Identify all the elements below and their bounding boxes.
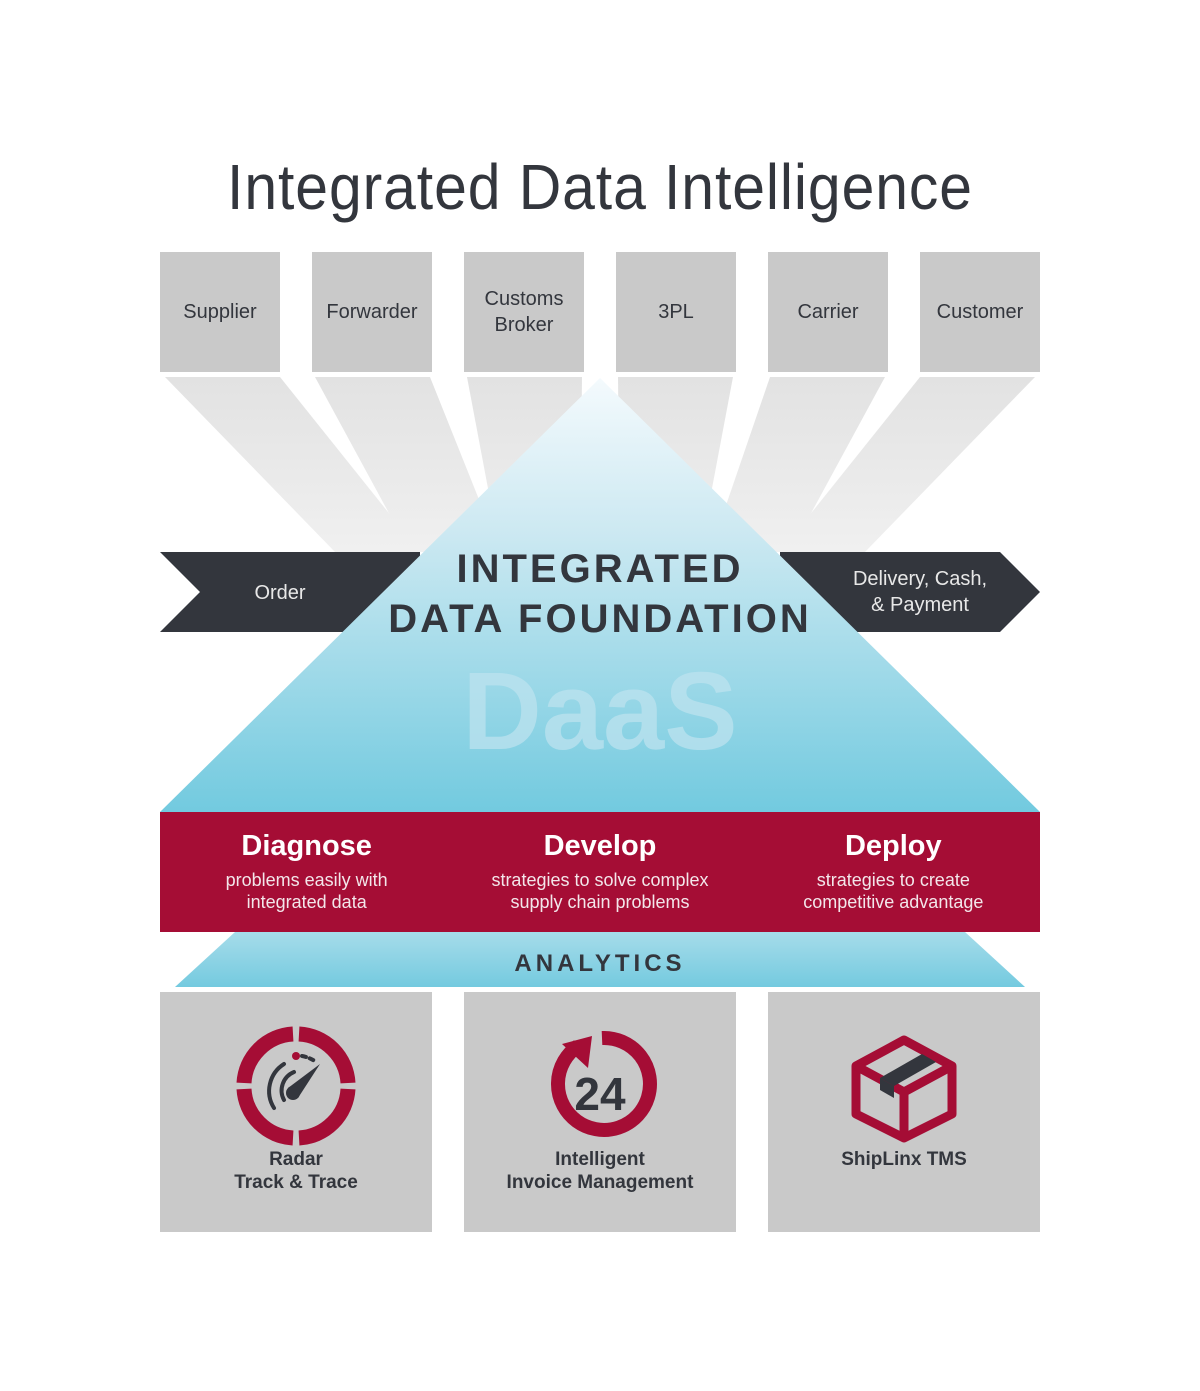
capabilities-band: Diagnose problems easily with integrated…	[160, 812, 1040, 932]
foundation-line-1: INTEGRATED	[456, 547, 744, 591]
package-box-icon	[851, 1035, 957, 1143]
page-title: Integrated Data Intelligence	[227, 151, 973, 223]
capability-develop: Develop strategies to solve complex supp…	[453, 812, 746, 932]
product-label: ShipLinx TMS	[841, 1149, 967, 1170]
24-hour-cycle-icon: 24	[550, 1030, 657, 1137]
capability-description: strategies to create competitive advanta…	[803, 870, 984, 912]
capability-heading: Deploy	[844, 830, 942, 862]
daas-watermark: DaaS	[462, 650, 738, 773]
capability-heading: Develop	[543, 830, 657, 862]
capability-description: strategies to solve complex supply chain…	[491, 870, 709, 912]
product-label: Radar Track & Trace	[234, 1149, 358, 1193]
party-customs-broker: Customs Broker	[464, 252, 584, 372]
capability-description: problems easily with integrated data	[225, 870, 388, 912]
party-3pl: 3PL	[616, 252, 736, 372]
party-carrier: Carrier	[768, 252, 888, 372]
product-shiplinx: ShipLinx TMS	[768, 992, 1040, 1232]
product-radar: Radar Track & Trace	[160, 992, 432, 1232]
capability-deploy: Deploy strategies to create competitive …	[747, 812, 1040, 932]
product-label: Intelligent Invoice Management	[506, 1149, 694, 1193]
party-customer: Customer	[920, 252, 1040, 372]
analytics-label: ANALYTICS	[514, 950, 686, 977]
radar-gauge-icon	[236, 1026, 356, 1146]
svg-text:24: 24	[574, 1068, 626, 1120]
capability-diagnose: Diagnose problems easily with integrated…	[160, 812, 453, 932]
product-invoice: 24 Intelligent Invoice Management	[464, 992, 736, 1232]
capability-heading: Diagnose	[241, 830, 372, 862]
party-supplier: Supplier	[160, 252, 280, 372]
party-forwarder: Forwarder	[312, 252, 432, 372]
foundation-line-2: DATA FOUNDATION	[388, 597, 812, 641]
